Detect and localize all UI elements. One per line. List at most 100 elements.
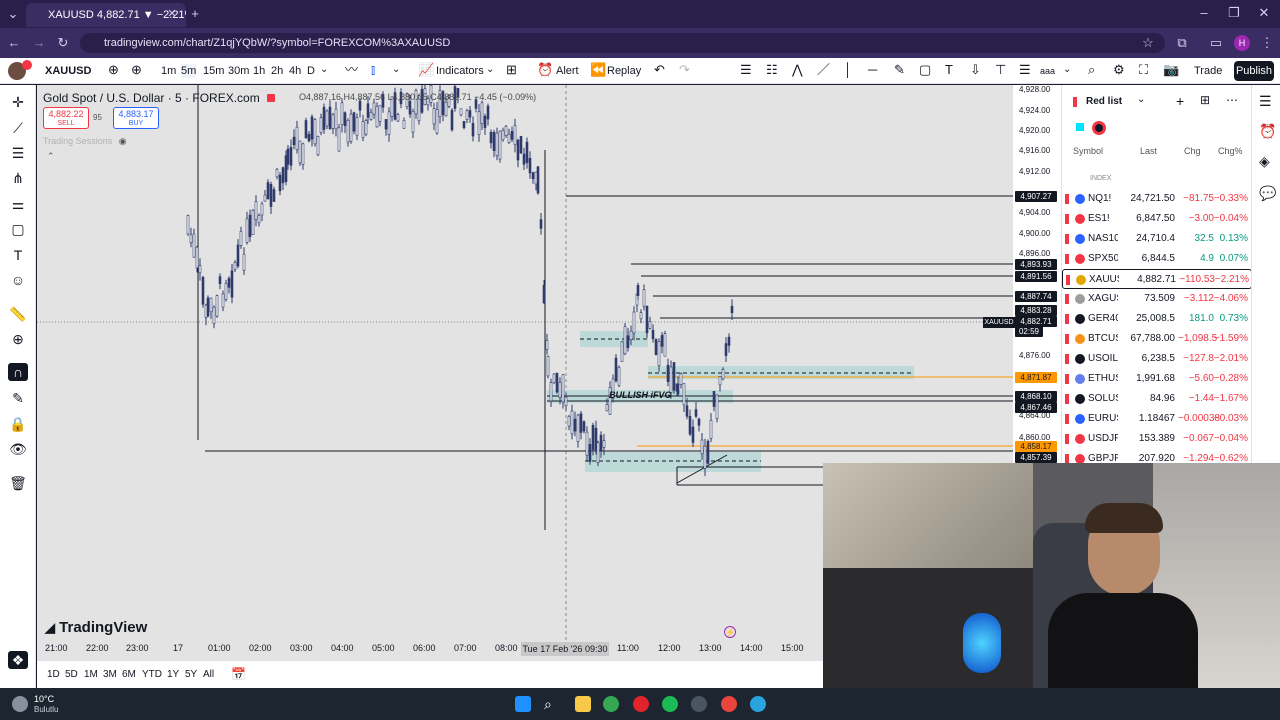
buy-button[interactable]: 4,883.17 BUY xyxy=(113,107,159,129)
opera-icon[interactable] xyxy=(633,696,649,712)
chat-panel-icon[interactable]: 💬 xyxy=(1259,185,1276,202)
watchlist-more-icon[interactable]: ⋯ xyxy=(1226,93,1238,107)
watchlist-row[interactable]: ETHUSD 1,991.68 −5.60−0.28% xyxy=(1062,369,1252,389)
watchlist-row[interactable]: XAGUSD 73.509 −3.112−4.06% xyxy=(1062,289,1252,309)
tab-close-icon[interactable]: ✕ xyxy=(164,7,180,21)
forward-icon[interactable]: → xyxy=(31,36,47,50)
settings-gear-icon[interactable]: ⚙ xyxy=(1113,63,1125,77)
watchlist-row[interactable]: USOIL 6,238.5 −127.8 −2.01% xyxy=(1062,349,1252,369)
col-symbol[interactable]: Symbol xyxy=(1073,146,1103,156)
cast-icon[interactable]: ▭ xyxy=(1208,36,1224,50)
watchlist-row[interactable]: NQ1! 24,721.50 −81.75 −0.33% xyxy=(1062,189,1252,209)
chrome-profile-icon[interactable] xyxy=(721,696,737,712)
indicators-icon[interactable]: 📈 xyxy=(418,63,434,77)
interval-1m[interactable]: 1m xyxy=(161,64,176,78)
range-1y[interactable]: 1Y xyxy=(167,669,179,680)
compare-add-icon[interactable]: ⊕ xyxy=(108,63,119,77)
alert-button[interactable]: Alert xyxy=(556,64,579,78)
start-icon[interactable] xyxy=(515,696,531,712)
trend-line-icon[interactable]: ／ xyxy=(817,63,830,77)
watchlist-row[interactable]: BTCUSD 67,788.00−1,098.5−1.59% xyxy=(1062,329,1252,349)
font-size-label[interactable]: aaa xyxy=(1040,64,1055,78)
trading-sessions-indicator[interactable]: Trading Sessions ◉ xyxy=(43,136,127,147)
watchlist-title[interactable]: Red list xyxy=(1086,96,1122,107)
time-axis[interactable]: 21:00 22:00 23:00 17 01:00 02:00 03:00 04:00 05:… xyxy=(37,640,823,658)
add-symbol-icon[interactable]: ⊕ xyxy=(131,63,142,77)
browser-tab[interactable]: XAUUSD 4,882.71 ▼ −2.21% Pe xyxy=(26,3,186,27)
undo-icon[interactable]: ↶ xyxy=(654,63,665,77)
price-axis[interactable]: 4,928.00 4,924.00 4,920.00 4,916.00 4,91… xyxy=(1013,85,1061,463)
pitchfork-icon[interactable]: ⋀ xyxy=(792,63,803,77)
candles-icon[interactable]: ⫾ xyxy=(371,63,375,77)
alert-icon[interactable]: ⏰ xyxy=(537,63,553,77)
bookmark-star-icon[interactable]: ☆ xyxy=(1140,36,1156,50)
object-tree-icon[interactable]: ❖ xyxy=(8,651,28,669)
telegram-icon[interactable] xyxy=(750,696,766,712)
window-close-icon[interactable]: ✕ xyxy=(1256,6,1272,20)
watchlist-row[interactable]: SPX500 6,844.5 4.9 0.07% xyxy=(1062,249,1252,269)
sessions-visibility-icon[interactable]: ◉ xyxy=(119,136,127,146)
horizontal-lines-icon[interactable]: ☰ xyxy=(740,63,752,77)
url-field[interactable]: tradingview.com/chart/Z1qjYQbW/?symbol=F… xyxy=(80,33,1165,53)
trend-line-tool-icon[interactable]: ⟋ xyxy=(8,119,28,137)
interval-d[interactable]: D xyxy=(307,64,315,78)
weather-temp[interactable]: 10°C xyxy=(34,694,54,704)
indicators-dropdown-icon[interactable]: ⌄ xyxy=(486,63,494,77)
interval-2h[interactable]: 2h xyxy=(271,64,283,78)
col-chg[interactable]: Chg xyxy=(1184,146,1201,156)
brush-icon[interactable]: ✎ xyxy=(894,63,905,77)
interval-5m[interactable]: 5m xyxy=(181,64,197,78)
eye-icon[interactable]: 👁 xyxy=(8,440,28,458)
interval-4h[interactable]: 4h xyxy=(289,64,301,78)
maximize-icon[interactable]: ❐ xyxy=(1226,6,1242,20)
watchlist-dropdown-icon[interactable]: ⌄ xyxy=(1137,94,1145,105)
zoom-in-icon[interactable]: ⊕ xyxy=(8,330,28,348)
layers-panel-icon[interactable]: ◈ xyxy=(1259,153,1270,170)
chart-symbol-title[interactable]: Gold Spot / U.S. Dollar · 5 · FOREX.com xyxy=(43,91,276,105)
watchlist-row[interactable]: SOLUSD 84.96 −1.44−1.67% xyxy=(1062,389,1252,409)
snapshot-camera-icon[interactable]: 📷 xyxy=(1163,63,1179,77)
crosshair-icon[interactable]: ✛ xyxy=(8,93,28,111)
emoji-icon[interactable]: ☺ xyxy=(8,271,28,289)
interval-15m[interactable]: 15m xyxy=(203,64,224,78)
watchlist-row[interactable]: NAS100 24,710.4 32.5 0.13% xyxy=(1062,229,1252,249)
vertical-line-icon[interactable]: │ xyxy=(844,63,852,77)
rectangle-icon[interactable]: ▢ xyxy=(919,63,931,77)
interval-dropdown-icon[interactable]: ⌄ xyxy=(320,63,328,77)
watchlist-row[interactable]: GER40 25,008.5 181.0 0.73% xyxy=(1062,309,1252,329)
range-6m[interactable]: 6M xyxy=(122,669,136,680)
range-3m[interactable]: 3M xyxy=(103,669,117,680)
horizontal-line-tool-icon[interactable]: ☰ xyxy=(8,144,28,162)
watchlist-row[interactable]: XAUUSD 4,882.71−110.53−2.21% xyxy=(1062,269,1252,289)
tab-menu-icon[interactable]: ⌄ xyxy=(5,7,21,21)
section-index[interactable]: INDEX xyxy=(1090,175,1111,182)
collapse-icon[interactable]: ⌃ xyxy=(47,151,55,162)
parallel-channel-icon[interactable]: ☷ xyxy=(766,63,778,77)
watchlist-row[interactable]: USDJPY 153.389 −0.067−0.04% xyxy=(1062,429,1252,449)
shape-tool-icon[interactable]: ▢ xyxy=(8,220,28,238)
layouts-icon[interactable]: ⊞ xyxy=(506,63,517,77)
magnet-icon[interactable]: ∩ xyxy=(8,363,28,381)
replay-icon[interactable]: ⏪ xyxy=(590,63,606,77)
trade-button[interactable]: Trade xyxy=(1194,64,1222,78)
chrome-icon[interactable] xyxy=(603,696,619,712)
weather-icon[interactable] xyxy=(12,696,28,712)
lock-icon[interactable]: 🔒 xyxy=(8,415,28,433)
watchlist-layout-icon[interactable]: ⊞ xyxy=(1200,93,1210,107)
lightning-icon[interactable]: ⚡ xyxy=(724,626,736,638)
range-1d[interactable]: 1D xyxy=(47,669,60,680)
range-all[interactable]: All xyxy=(203,669,214,680)
search-icon[interactable]: ⌕ xyxy=(544,696,560,712)
browser-menu-icon[interactable]: ⋮ xyxy=(1259,36,1275,50)
indicators-button[interactable]: Indicators xyxy=(436,64,484,78)
spotify-icon[interactable] xyxy=(662,696,678,712)
watchlist-panel-icon[interactable]: ☰ xyxy=(1259,93,1272,110)
range-5d[interactable]: 5D xyxy=(65,669,78,680)
color-filter-red-icon[interactable] xyxy=(1092,121,1106,135)
col-last[interactable]: Last xyxy=(1140,146,1157,156)
weather-text[interactable]: Bulutlu xyxy=(34,705,58,714)
back-icon[interactable]: ← xyxy=(6,36,22,50)
more-tools-dropdown-icon[interactable]: ⌄ xyxy=(1063,63,1071,77)
steam-icon[interactable] xyxy=(691,696,707,712)
text-tool-left-icon[interactable]: T xyxy=(8,246,28,264)
